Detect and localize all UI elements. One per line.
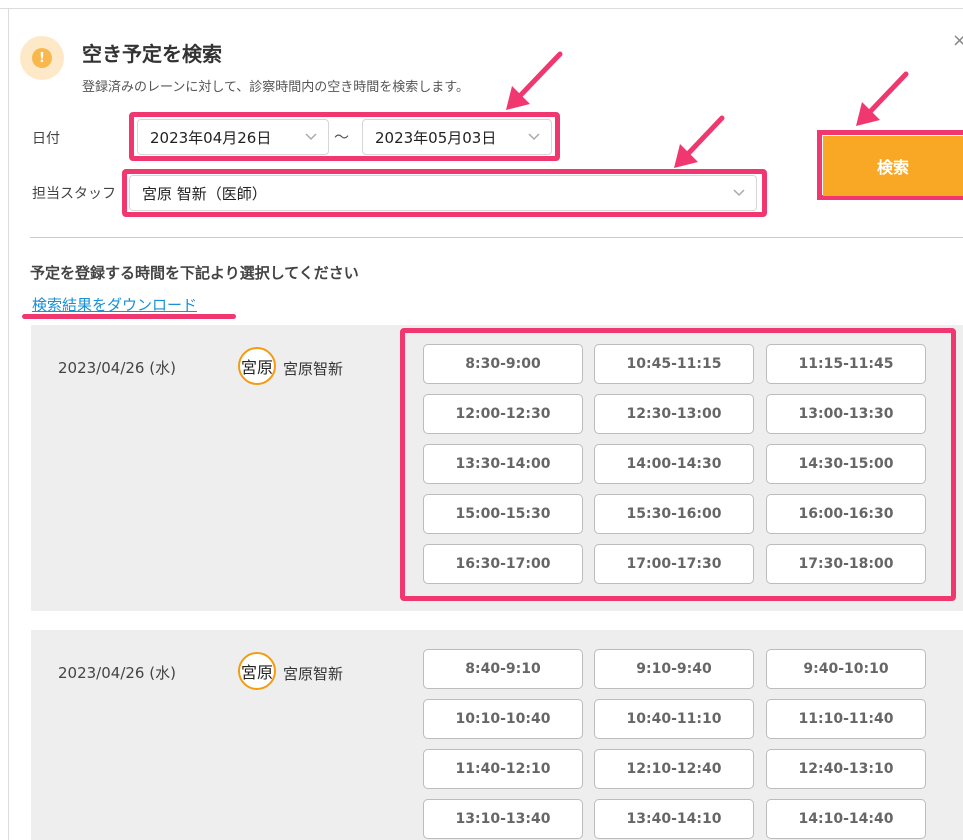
time-slot-button[interactable]: 9:10-9:40 bbox=[594, 649, 754, 689]
time-slot-button[interactable]: 15:00-15:30 bbox=[423, 494, 583, 534]
date-to-value: 2023年05月03日 bbox=[375, 128, 497, 147]
result-date: 2023/04/26 (水) bbox=[58, 359, 176, 377]
dialog-subtitle: 登録済みのレーンに対して、診察時間内の空き時間を検索します。 bbox=[82, 80, 470, 95]
close-icon[interactable]: × bbox=[952, 30, 963, 51]
date-to-select[interactable]: 2023年05月03日 bbox=[362, 119, 552, 155]
staff-select[interactable]: 宮原 智新（医師） bbox=[129, 175, 757, 211]
chevron-down-icon bbox=[733, 189, 745, 197]
time-slot-button[interactable]: 13:40-14:10 bbox=[594, 799, 754, 839]
exclamation-icon: ! bbox=[32, 48, 52, 68]
result-group: 2023/04/26 (水) 宮原 宮原智新 8:30-9:00 10:45-1… bbox=[31, 325, 963, 611]
warning-icon: ! bbox=[20, 36, 64, 80]
result-staff-name: 宮原智新 bbox=[283, 665, 344, 683]
annotation-arrow bbox=[506, 51, 563, 110]
time-slot-button[interactable]: 14:00-14:30 bbox=[594, 444, 754, 484]
time-slot-button[interactable]: 10:40-11:10 bbox=[594, 699, 754, 739]
time-slot-button[interactable]: 13:00-13:30 bbox=[766, 394, 926, 434]
search-dialog: ! 空き予定を検索 登録済みのレーンに対して、診察時間内の空き時間を検索します。… bbox=[0, 0, 963, 840]
time-slot-button[interactable]: 16:00-16:30 bbox=[766, 494, 926, 534]
instruction-text: 予定を登録する時間を下記より選択してください bbox=[30, 264, 359, 282]
time-slot-button[interactable]: 12:10-12:40 bbox=[594, 749, 754, 789]
date-label: 日付 bbox=[32, 131, 60, 147]
time-slot-button[interactable]: 12:00-12:30 bbox=[423, 394, 583, 434]
time-slot-button[interactable]: 16:30-17:00 bbox=[423, 544, 583, 584]
time-slot-button[interactable]: 8:40-9:10 bbox=[423, 649, 583, 689]
time-slot-button[interactable]: 11:40-12:10 bbox=[423, 749, 583, 789]
time-slot-button[interactable]: 11:15-11:45 bbox=[766, 344, 926, 384]
time-slot-button[interactable]: 14:30-15:00 bbox=[766, 444, 926, 484]
time-slot-button[interactable]: 17:30-18:00 bbox=[766, 544, 926, 584]
dialog-top-border bbox=[0, 8, 963, 9]
time-slot-button[interactable]: 14:10-14:40 bbox=[766, 799, 926, 839]
annotation-arrow bbox=[856, 71, 909, 126]
time-slot-button[interactable]: 15:30-16:00 bbox=[594, 494, 754, 534]
time-slot-button[interactable]: 12:40-13:10 bbox=[766, 749, 926, 789]
result-group: 2023/04/26 (水) 宮原 宮原智新 8:40-9:10 9:10-9:… bbox=[31, 630, 963, 840]
result-date: 2023/04/26 (水) bbox=[58, 664, 176, 682]
date-separator: 〜 bbox=[334, 128, 350, 146]
download-results-link[interactable]: 検索結果をダウンロード bbox=[32, 294, 197, 315]
avatar: 宮原 bbox=[238, 652, 276, 690]
dialog-title: 空き予定を検索 bbox=[82, 42, 222, 66]
chevron-down-icon bbox=[305, 133, 317, 141]
time-slot-button[interactable]: 17:00-17:30 bbox=[594, 544, 754, 584]
result-staff-name: 宮原智新 bbox=[283, 360, 344, 378]
time-slot-button[interactable]: 10:45-11:15 bbox=[594, 344, 754, 384]
search-button[interactable]: 検索 bbox=[823, 136, 963, 196]
time-slot-button[interactable]: 12:30-13:00 bbox=[594, 394, 754, 434]
time-slot-button[interactable]: 13:30-14:00 bbox=[423, 444, 583, 484]
time-slot-button[interactable]: 13:10-13:40 bbox=[423, 799, 583, 839]
time-slot-button[interactable]: 11:10-11:40 bbox=[766, 699, 926, 739]
time-slot-button[interactable]: 8:30-9:00 bbox=[423, 344, 583, 384]
staff-value: 宮原 智新（医師） bbox=[142, 184, 267, 203]
time-slot-button[interactable]: 9:40-10:10 bbox=[766, 649, 926, 689]
chevron-down-icon bbox=[528, 133, 540, 141]
date-from-value: 2023年04月26日 bbox=[150, 128, 272, 147]
download-link-highlight bbox=[22, 314, 236, 319]
time-slot-button[interactable]: 10:10-10:40 bbox=[423, 699, 583, 739]
date-from-select[interactable]: 2023年04月26日 bbox=[137, 119, 329, 155]
dialog-left-border bbox=[8, 8, 9, 840]
annotation-arrow bbox=[674, 115, 725, 168]
staff-label: 担当スタッフ bbox=[32, 186, 116, 202]
avatar: 宮原 bbox=[238, 347, 276, 385]
section-divider bbox=[30, 237, 963, 238]
